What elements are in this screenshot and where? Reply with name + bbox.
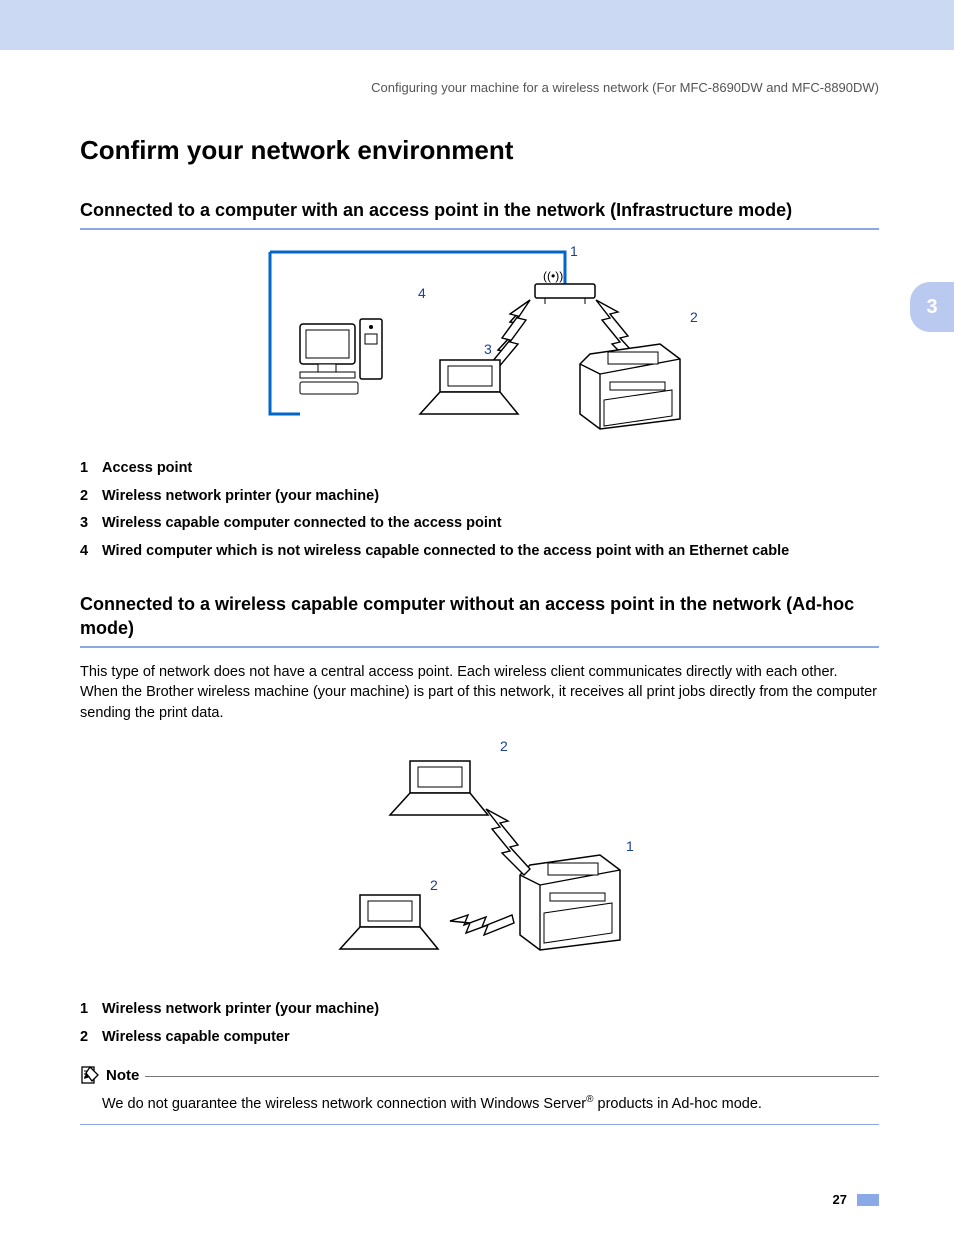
note-block: Note We do not guarantee the wireless ne…	[80, 1065, 879, 1125]
legend-item: 1 Wireless network printer (your machine…	[80, 1000, 879, 1020]
figure-infrastructure: ((•))	[80, 244, 879, 439]
page-content: Configuring your machine for a wireless …	[0, 50, 954, 1125]
desktop-icon	[300, 319, 382, 394]
breadcrumb: Configuring your machine for a wireless …	[80, 80, 879, 95]
svg-text:((•)): ((•))	[543, 269, 563, 283]
legend-2: 1 Wireless network printer (your machine…	[80, 1000, 879, 1047]
printer-icon	[580, 344, 680, 429]
fig1-label-4: 4	[418, 285, 426, 301]
note-icon	[80, 1065, 100, 1085]
section2-intro: This type of network does not have a cen…	[80, 662, 879, 723]
note-body: We do not guarantee the wireless network…	[80, 1085, 879, 1125]
legend-item: 3 Wireless capable computer connected to…	[80, 514, 879, 534]
legend-item: 1 Access point	[80, 459, 879, 479]
fig1-label-2: 2	[690, 309, 698, 325]
note-rule	[145, 1076, 879, 1077]
figure-adhoc: 2 2 1	[80, 735, 879, 980]
legend-item: 2 Wireless network printer (your machine…	[80, 487, 879, 507]
legend-1: 1 Access point 2 Wireless network printe…	[80, 459, 879, 561]
legend-item: 2 Wireless capable computer	[80, 1028, 879, 1048]
section2-heading: Connected to a wireless capable computer…	[80, 592, 879, 649]
section1-heading: Connected to a computer with an access p…	[80, 198, 879, 230]
page-title: Confirm your network environment	[80, 135, 879, 166]
laptop-icon	[420, 360, 518, 414]
note-label: Note	[106, 1067, 139, 1084]
printer-icon	[520, 855, 620, 950]
fig2-label-2a: 2	[500, 738, 508, 754]
footer-mark	[857, 1194, 879, 1206]
fig1-label-1: 1	[570, 244, 578, 259]
fig2-label-2b: 2	[430, 877, 438, 893]
page-number: 27	[833, 1192, 847, 1207]
laptop-icon	[340, 895, 438, 949]
fig1-label-3: 3	[484, 341, 492, 357]
footer: 27	[0, 1192, 954, 1207]
fig2-label-1: 1	[626, 838, 634, 854]
top-banner	[0, 0, 954, 50]
legend-item: 4 Wired computer which is not wireless c…	[80, 542, 879, 562]
laptop-icon	[390, 761, 488, 815]
